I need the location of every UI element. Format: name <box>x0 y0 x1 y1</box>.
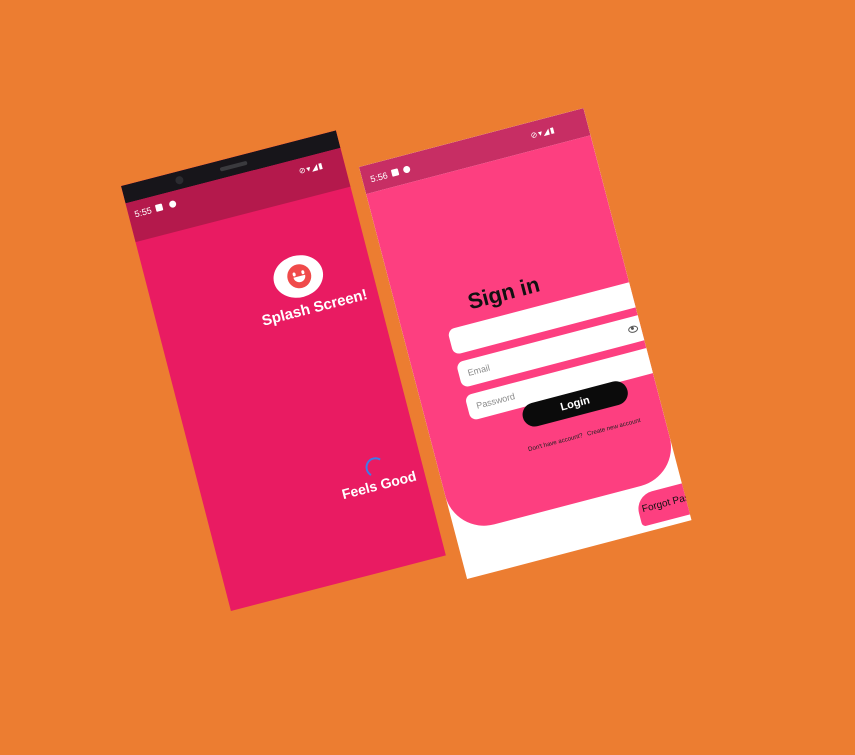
app-notification-icon <box>402 165 411 174</box>
front-camera <box>174 175 185 186</box>
status-time: 5:56 <box>369 170 389 185</box>
status-indicators-icon: ⊘▾◢▮ <box>529 125 557 141</box>
app-logo <box>268 249 328 304</box>
status-indicators-icon: ⊘▾◢▮ <box>297 160 325 176</box>
password-placeholder: Password <box>475 391 516 411</box>
notification-icon <box>154 203 164 212</box>
status-time: 5:55 <box>133 205 153 220</box>
email-placeholder: Email <box>466 362 491 378</box>
earpiece-speaker <box>219 160 248 172</box>
eye-icon[interactable] <box>627 324 639 334</box>
app-notification-icon <box>168 199 177 209</box>
smiley-face-icon <box>284 261 314 291</box>
notification-icon <box>390 168 400 177</box>
